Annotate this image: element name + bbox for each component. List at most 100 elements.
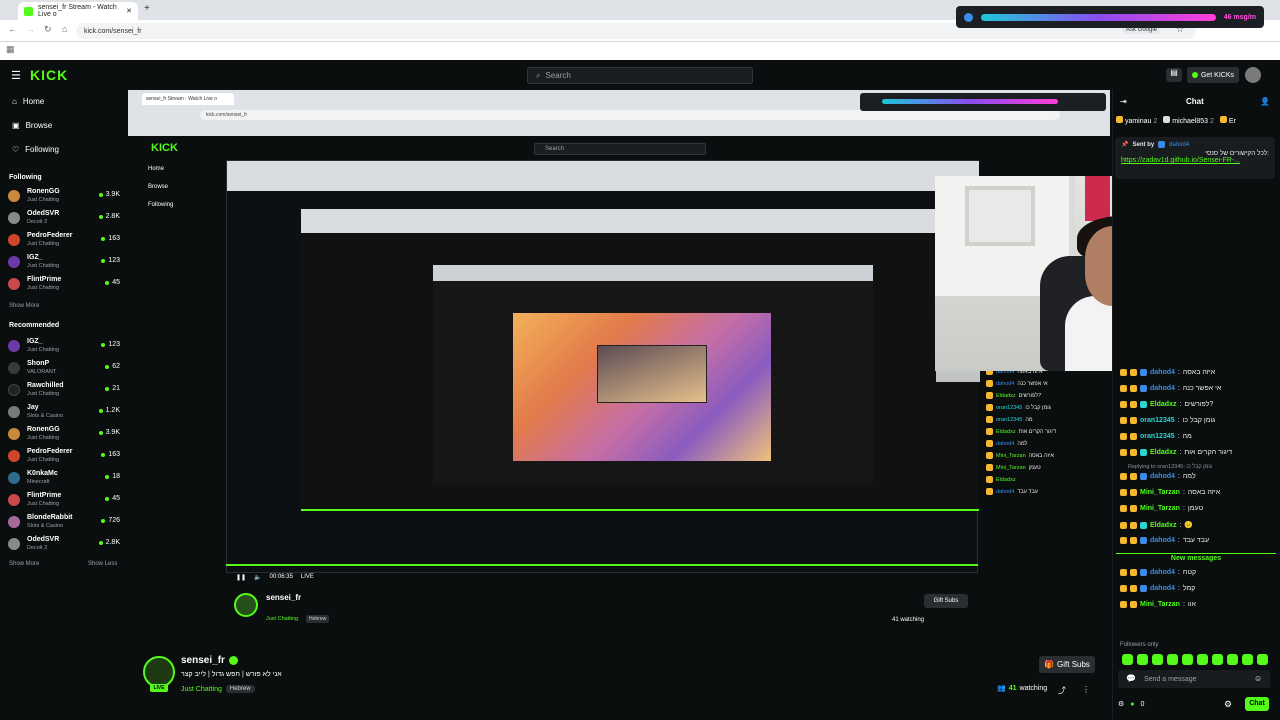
chat-username[interactable]: Mini_Tarzan — [1140, 601, 1180, 608]
following-channel[interactable]: IGZ_ Just Chatting 123 — [8, 253, 120, 273]
emote-icon[interactable] — [1122, 654, 1133, 665]
gift-subs-button[interactable]: 🎁 Gift Subs — [1039, 656, 1095, 673]
chat-username[interactable]: dahod4 — [1150, 369, 1175, 376]
recommended-header: Recommended — [9, 322, 60, 329]
following-channel[interactable]: FlintPrime Just Chatting 45 — [8, 275, 120, 295]
sidebar-item-home[interactable]: ⌂ Home — [12, 97, 44, 106]
emote-icon[interactable] — [1212, 654, 1223, 665]
menu-icon[interactable]: ☰ — [11, 69, 21, 82]
nested-nav-following: Following — [148, 202, 174, 208]
back-icon[interactable]: ← — [8, 24, 17, 34]
recommended-channel[interactable]: Jay Slots & Casino 1.2K — [8, 403, 120, 423]
channel-name: BlondeRabbit — [27, 514, 73, 521]
badge-icon — [1120, 417, 1127, 424]
collapse-chat-icon[interactable]: ⇥ — [1120, 97, 1127, 106]
badge-icon — [986, 452, 993, 459]
pinned-message[interactable]: 📌 Sent by dahod4 לכל הקישורים של סנסי: h… — [1115, 137, 1275, 179]
chat-username[interactable]: dahod4 — [1150, 385, 1175, 392]
emote-icon[interactable] — [1182, 654, 1193, 665]
chat-username[interactable]: oran12345 — [1140, 433, 1175, 440]
emote-icon[interactable] — [1167, 654, 1178, 665]
share-icon[interactable]: ⤴ — [1058, 685, 1066, 696]
sidebar-item-following[interactable]: ♡ Following — [12, 145, 59, 154]
user-avatar[interactable] — [1245, 67, 1261, 83]
browser-tab[interactable]: sensei_fr Stream - Watch Live o ✕ — [18, 2, 138, 20]
streamer-name[interactable]: sensei_fr — [181, 655, 238, 666]
emote-icon[interactable] — [1137, 654, 1148, 665]
recommended-channel[interactable]: BlondeRabbit Slots & Casino 726 — [8, 513, 120, 533]
badge-icon — [1120, 473, 1127, 480]
points-count: 0 — [1140, 700, 1145, 708]
chat-username[interactable]: oran12345 — [1140, 417, 1175, 424]
avatar — [8, 234, 20, 246]
chat-username[interactable]: Eldadxz — [1150, 449, 1176, 456]
nested-chat-line: dahod4 אי אפשר כנה — [986, 380, 1048, 387]
viewers-icon: 👥 — [997, 685, 1006, 692]
following-channel[interactable]: OdedSVR Decoit 2 2.8K — [8, 209, 120, 229]
badge-icon — [1140, 585, 1147, 592]
language-tag[interactable]: Hebrew — [225, 685, 255, 693]
new-tab-icon[interactable]: + — [144, 3, 150, 14]
chat-username[interactable]: dahod4 — [1150, 473, 1175, 480]
nested-chat-user: dahod4 — [996, 440, 1015, 447]
viewer-count-text: 1.2K — [105, 407, 120, 414]
nested-search: Search — [534, 143, 706, 155]
home-browser-icon[interactable]: ⌂ — [62, 24, 67, 34]
send-message-input[interactable]: Send a message — [1118, 670, 1270, 688]
recommended-channel[interactable]: FlintPrime Just Chatting 45 — [8, 491, 120, 511]
chat-username[interactable]: Eldadxz — [1150, 522, 1176, 529]
chat-username[interactable]: dahod4 — [1150, 537, 1175, 544]
recommended-channel[interactable]: ShonP VALORANT 62 — [8, 359, 120, 379]
kick-logo[interactable]: KICK — [30, 67, 68, 83]
chat-text: אי אפשר כנה — [1182, 385, 1222, 392]
category-link[interactable]: Just Chatting — [181, 686, 222, 693]
close-tab-icon[interactable]: ✕ — [126, 7, 132, 15]
badge-icon — [1120, 401, 1127, 408]
emote-icon[interactable] — [1227, 654, 1238, 665]
chat-username[interactable]: Mini_Tarzan — [1140, 489, 1180, 496]
chat-username[interactable]: Eldadxz — [1150, 401, 1176, 408]
show-less-recommended[interactable]: Show Less — [88, 561, 117, 567]
more-options-icon[interactable]: ⋮ — [1082, 685, 1090, 694]
show-more-recommended[interactable]: Show More — [9, 561, 39, 567]
chat-text: 😐 — [1184, 522, 1194, 529]
gifter-item[interactable]: michael853 2 — [1163, 116, 1214, 125]
reload-icon[interactable]: ↻ — [44, 24, 52, 35]
gifter-count: 2 — [1153, 118, 1158, 125]
emote-icon[interactable] — [1152, 654, 1163, 665]
following-channel[interactable]: PedroFederer Just Chatting 163 — [8, 231, 120, 251]
emoji-icon[interactable]: ☺ — [1254, 674, 1262, 683]
gifter-item[interactable]: Er — [1219, 116, 1236, 125]
search-input[interactable]: ⌕ Search — [527, 67, 753, 84]
forward-icon[interactable]: → — [26, 24, 35, 34]
recommended-channel[interactable]: RonenGG Just Chatting 3.9K — [8, 425, 120, 445]
emote-icon[interactable] — [1197, 654, 1208, 665]
apps-grid-icon[interactable]: ▦ — [6, 44, 15, 55]
chat-send-button[interactable]: Chat — [1245, 697, 1269, 711]
emote-icon[interactable] — [1242, 654, 1253, 665]
recommended-channel[interactable]: PedroFederer Just Chatting 163 — [8, 447, 120, 467]
nested-chat-line: Eldadxz דיגור הקרים אות — [986, 428, 1056, 435]
recommended-channel[interactable]: K0nkaMc Minecraft 18 — [8, 469, 120, 489]
pinned-link[interactable]: https://zadav1d.github.io/Sensei-FR-... — [1121, 157, 1269, 164]
emote-icon[interactable] — [1257, 654, 1268, 665]
show-more-following[interactable]: Show More — [9, 303, 39, 309]
recommended-channel[interactable]: Rawchilled Just Chatting 21 — [8, 381, 120, 401]
badge-icon — [1120, 489, 1127, 496]
chat-users-icon[interactable]: 👤 — [1260, 97, 1270, 106]
chat-username[interactable]: dahod4 — [1150, 585, 1175, 592]
chat-username[interactable]: dahod4 — [1150, 569, 1175, 576]
chat-text: לפורשים? — [1184, 401, 1214, 408]
sidebar-item-browse[interactable]: ▣ Browse — [12, 121, 52, 130]
recommended-channel[interactable]: OdedSVR Decoit 2 2.8K — [8, 535, 120, 555]
gifter-icon — [1163, 116, 1171, 123]
recommended-channel[interactable]: IGZ_ Just Chatting 123 — [8, 337, 120, 357]
badge-icon — [1130, 417, 1137, 424]
settings-icon[interactable]: ⚙ — [1224, 699, 1232, 710]
chat-settings-icon[interactable]: ⚙ — [1118, 700, 1124, 708]
gifter-item[interactable]: yaminau 2 — [1116, 116, 1157, 125]
chat-username[interactable]: Mini_Tarzan — [1140, 505, 1180, 512]
get-kicks-button[interactable]: Get KICKs — [1187, 67, 1239, 83]
following-channel[interactable]: RonenGG Just Chatting 3.9K — [8, 187, 120, 207]
layout-icon[interactable]: ▤ — [1166, 68, 1182, 82]
